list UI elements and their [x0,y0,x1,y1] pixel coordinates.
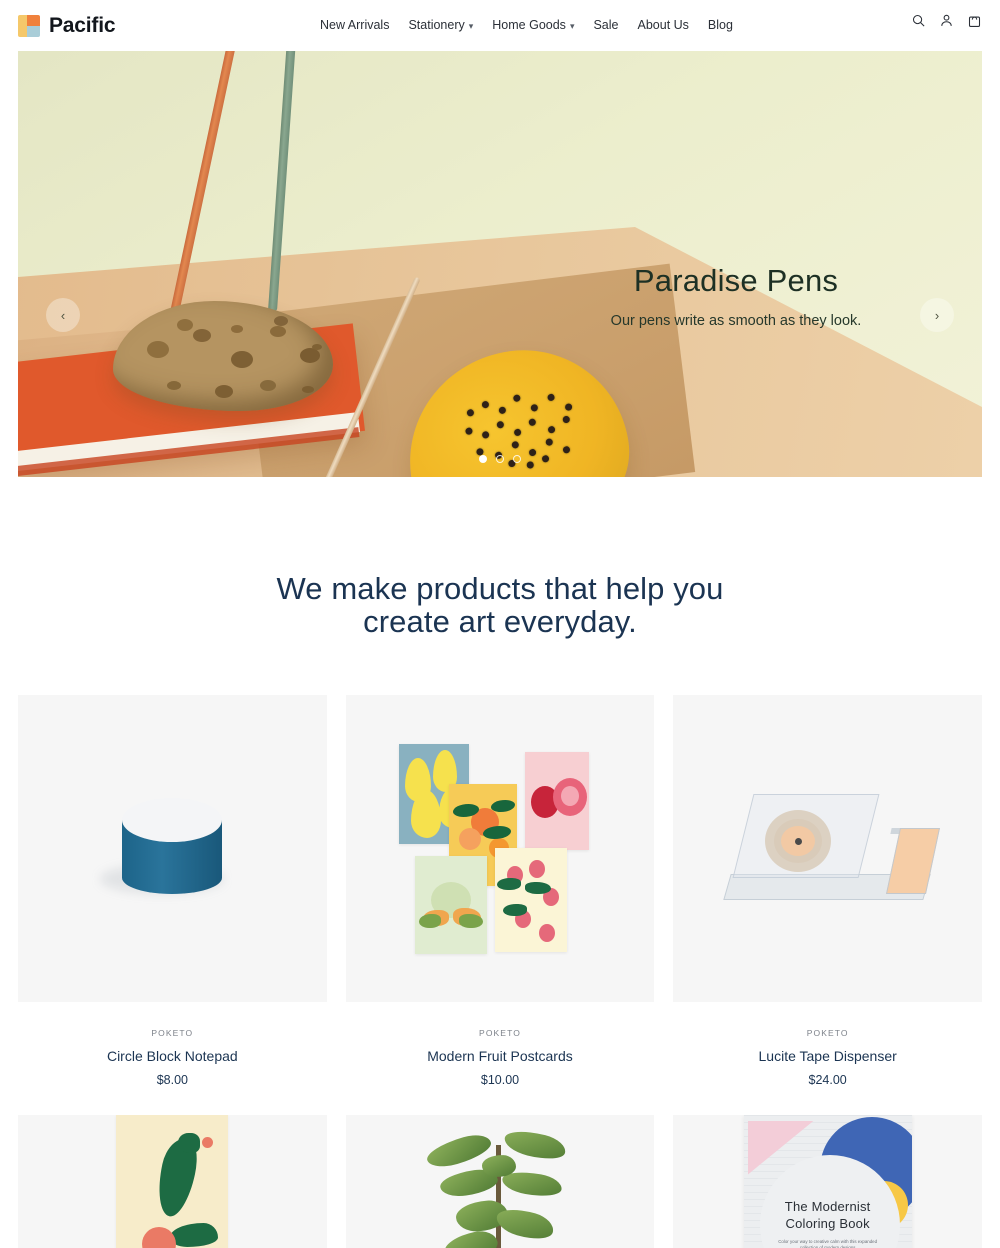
product-title[interactable]: Circle Block Notepad [18,1048,327,1064]
nav-label: New Arrivals [320,18,390,32]
nav-label: Home Goods [492,18,566,32]
product-vendor: POKETO [151,1027,194,1038]
book-title-line-1: The Modernist [784,1198,871,1214]
product-image-postcards[interactable] [345,694,655,1002]
site-header: Pacific New Arrivals Stationery ▾ Home G… [0,0,1000,51]
carousel-prev-button[interactable]: ‹ [46,298,80,332]
nav-item-sale[interactable]: Sale [593,18,618,32]
product-title[interactable]: Modern Fruit Postcards [346,1048,655,1064]
main-nav: New Arrivals Stationery ▾ Home Goods ▾ S… [320,18,733,32]
postcard-melon [414,856,487,955]
search-icon[interactable] [911,12,926,29]
product-price: $24.00 [808,1072,847,1087]
nav-label: About Us [637,18,689,32]
nav-item-blog[interactable]: Blog [708,18,733,32]
nav-item-new-arrivals[interactable]: New Arrivals [320,18,389,32]
papaya-seeds [459,384,589,477]
product-price: $10.00 [480,1072,520,1087]
brand-name: Pacific [49,13,116,37]
product-image-notepad[interactable] [18,694,327,1002]
carousel-dot-1[interactable] [479,455,487,463]
hero-title: Paradise Pens [633,263,839,298]
book-title-line-2: Coloring Book [785,1215,870,1231]
product-image-plant[interactable] [345,1114,655,1248]
chevron-down-icon: ▾ [569,20,575,31]
hero-copy: Paradise Pens Our pens write as smooth a… [556,263,916,329]
account-icon[interactable] [939,12,954,29]
brand-logo[interactable]: Pacific [18,13,116,38]
logo-squares-icon [18,14,40,37]
chevron-left-icon: ‹ [60,307,66,323]
product-vendor: POKETO [479,1027,521,1038]
product-grid-row-2: The Modernist Coloring Book Color your w… [18,1114,982,1248]
chevron-down-icon: ▾ [468,20,474,31]
product-card-postcards: POKETO Modern Fruit Postcards $10.00 [345,694,655,1087]
postcard-raspberries [494,848,567,953]
hero-carousel: Paradise Pens Our pens write as smooth a… [18,51,982,477]
cart-icon[interactable] [967,12,982,29]
product-vendor: POKETO [806,1027,849,1038]
product-image-bird-poster[interactable] [18,1114,327,1248]
product-card-coloring-book: The Modernist Coloring Book Color your w… [673,1114,982,1248]
product-title[interactable]: Lucite Tape Dispenser [673,1048,982,1064]
product-image-coloring-book[interactable]: The Modernist Coloring Book Color your w… [673,1114,982,1248]
nav-label: Blog [707,18,733,32]
headline-line-1: We make products that help you [276,571,724,606]
carousel-pagination [18,455,982,463]
product-grid-row-1: POKETO Circle Block Notepad $8.00 POKETO… [18,694,982,1087]
product-image-tape-dispenser[interactable] [673,694,982,1002]
postcard-pomegranates [524,752,589,851]
carousel-dot-3[interactable] [513,455,521,463]
nav-label: Sale [593,18,619,32]
product-price: $8.00 [156,1072,188,1087]
book-blurb: Color your way to creative calm with thi… [778,1238,878,1248]
chevron-right-icon: › [934,307,940,323]
headline-line-2: create art everyday. [363,603,637,639]
header-actions [911,12,982,29]
nav-item-about-us[interactable]: About Us [638,18,689,32]
section-headline: We make products that help you create ar… [120,571,880,639]
nav-label: Stationery [408,18,465,32]
carousel-dot-2[interactable] [496,455,504,463]
nav-item-stationery[interactable]: Stationery ▾ [408,18,473,32]
nav-item-home-goods[interactable]: Home Goods ▾ [492,18,574,32]
carousel-next-button[interactable]: › [920,298,954,332]
hero-subtitle: Our pens write as smooth as they look. [610,313,862,329]
product-card-bird-poster [18,1114,327,1248]
product-card-notepad: POKETO Circle Block Notepad $8.00 [18,694,327,1087]
product-card-plant [345,1114,655,1248]
product-card-tape-dispenser: POKETO Lucite Tape Dispenser $24.00 [673,694,982,1087]
